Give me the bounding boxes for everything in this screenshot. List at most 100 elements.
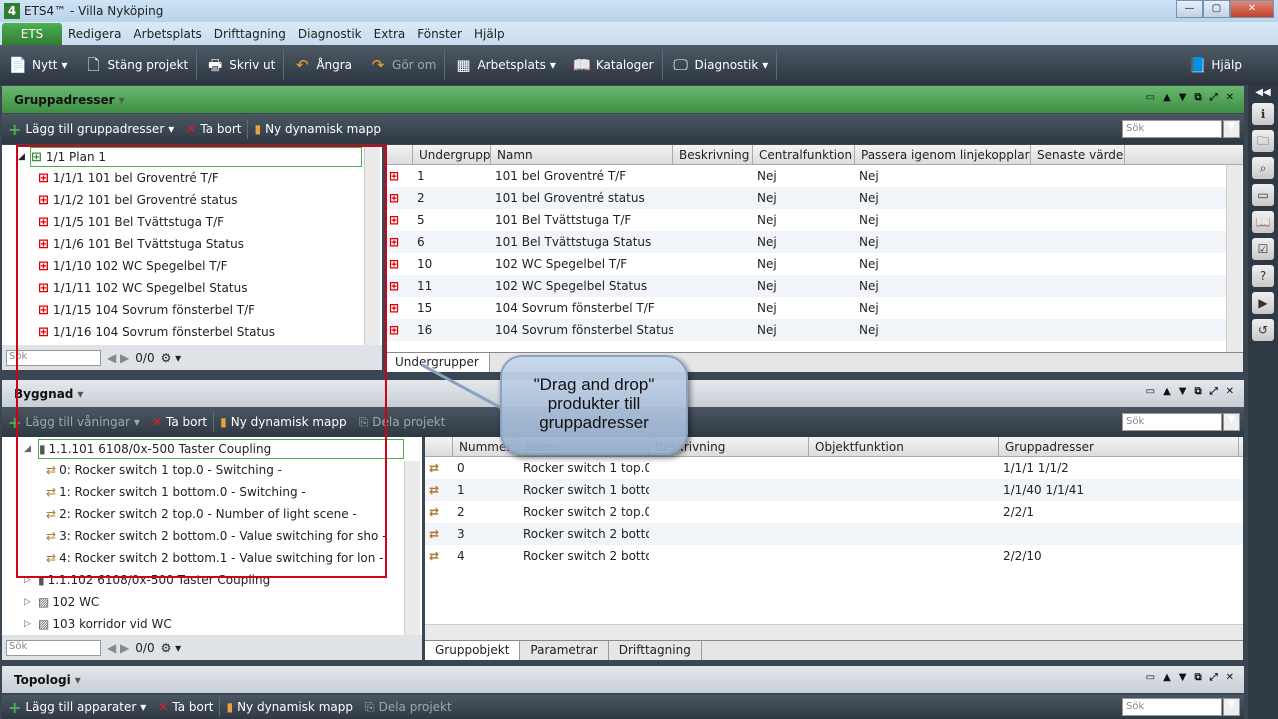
close-button[interactable]: ✕ [1230, 0, 1274, 18]
split-project-button[interactable]: ⎘ Dela projekt [359, 695, 458, 719]
menu-hjalp[interactable]: Hjälp [468, 27, 511, 45]
column-header[interactable]: Centralfunktion [753, 145, 855, 164]
table-row[interactable]: ⇄ 3 Rocker switch 2 bottom [425, 523, 1243, 545]
folder-add-icon: ▮ [254, 122, 262, 136]
history-icon[interactable]: ↺ [1252, 319, 1274, 341]
group-object-icon: ⇄ [429, 505, 440, 519]
table-row[interactable]: ⊞ 5 101 Bel Tvättstuga T/F Nej Nej [385, 209, 1243, 231]
folder-icon[interactable]: 🗀 [1252, 130, 1274, 152]
ets-menu-tab[interactable]: ETS [2, 23, 62, 45]
delete-button[interactable]: ✕ Ta bort [152, 695, 219, 719]
panel-controls[interactable]: ▭ ▲ ▼ ⧉ ⤢ ✕ [1146, 672, 1234, 683]
catalogs-button[interactable]: 📖 Kataloger [564, 45, 662, 85]
table-row[interactable]: ⇄ 1 Rocker switch 1 bottom 1/1/40 1/1/41 [425, 479, 1243, 501]
expand-arrow-icon[interactable]: ▷ [24, 597, 31, 607]
info-icon[interactable]: ℹ [1252, 103, 1274, 125]
play-icon[interactable]: ▶ [1252, 292, 1274, 314]
new-button[interactable]: 📄 Nytt ▾ [0, 45, 76, 85]
menu-diagnostik[interactable]: Diagnostik [292, 27, 368, 45]
object-tabs: Gruppobjekt Parametrar Drifttagning [425, 640, 1243, 660]
table-cell: Rocker switch 2 bottom [523, 527, 649, 541]
table-row[interactable]: ⇄ 0 Rocker switch 1 top.0 - 1/1/1 1/1/2 [425, 457, 1243, 479]
chevron-down-icon[interactable]: ▾ [119, 93, 125, 107]
table-cell: 2 [417, 191, 425, 205]
tree-item-label: 103 korridor vid WC [52, 617, 172, 631]
nav-arrows-icon[interactable]: ◀ ▶ [107, 641, 129, 655]
search-icon[interactable]: ⌕ [1252, 157, 1274, 179]
table-row[interactable]: ⇄ 2 Rocker switch 2 top.0 - 2/2/1 [425, 501, 1243, 523]
table-cell: 101 Bel Tvättstuga Status [495, 235, 652, 249]
menu-fonster[interactable]: Fönster [411, 27, 468, 45]
table-row[interactable]: ⊞ 6 101 Bel Tvättstuga Status Nej Nej [385, 231, 1243, 253]
tab-drifttagning[interactable]: Drifttagning [609, 641, 702, 660]
collapse-icon[interactable]: ◀◀ [1255, 87, 1270, 98]
menu-drifttagning[interactable]: Drifttagning [208, 27, 292, 45]
workspace-button[interactable]: ▦ Arbetsplats ▾ [445, 45, 563, 85]
tree-item[interactable]: ▷ ▨ 102 WC [2, 591, 422, 613]
group-address-icon: ⊞ [389, 323, 400, 337]
new-dynamic-folder-button[interactable]: ▮ Ny dynamisk mapp [248, 114, 387, 144]
gear-icon[interactable]: ⚙ ▾ [161, 641, 182, 655]
column-header[interactable]: Beskrivning [673, 145, 753, 164]
table-row[interactable]: ⇄ 4 Rocker switch 2 bottom 2/2/10 [425, 545, 1243, 567]
maximize-button[interactable]: ▢ [1203, 0, 1230, 18]
table-row[interactable]: ⊞ 1 101 bel Groventré T/F Nej Nej [385, 165, 1243, 187]
table-cell: 102 WC Spegelbel Status [495, 279, 648, 293]
help-icon[interactable]: ? [1252, 265, 1274, 287]
table-row[interactable]: ⊞ 10 102 WC Spegelbel T/F Nej Nej [385, 253, 1243, 275]
group-address-icon: ⊞ [389, 169, 400, 183]
diagnostics-button[interactable]: 🖵 Diagnostik ▾ [663, 45, 777, 85]
window-icon[interactable]: ▭ [1252, 184, 1274, 206]
tab-gruppobjekt[interactable]: Gruppobjekt [425, 641, 521, 660]
filter-icon[interactable]: ▼ [1223, 698, 1240, 716]
table-cell: Nej [757, 279, 777, 293]
tree-search-input[interactable]: Sök [6, 639, 101, 656]
add-group-addresses-button[interactable]: + Lägg till gruppadresser ▾ [2, 114, 180, 144]
menu-arbetsplats[interactable]: Arbetsplats [127, 27, 207, 45]
column-header[interactable]: Passera igenom linjekopplare [855, 145, 1031, 164]
column-header[interactable]: Senaste värde [1031, 145, 1125, 164]
chevron-down-icon[interactable]: ▾ [75, 673, 81, 687]
menu-extra[interactable]: Extra [368, 27, 412, 45]
new-document-icon: 📄 [8, 56, 28, 74]
plus-icon: + [8, 697, 22, 717]
search-input[interactable]: Sök [1122, 413, 1222, 431]
redo-icon: ↷ [371, 56, 385, 74]
expand-arrow-icon[interactable]: ▷ [24, 619, 31, 629]
filter-icon[interactable]: ▼ [1223, 120, 1240, 138]
panel-controls[interactable]: ▭ ▲ ▼ ⧉ ⤢ ✕ [1146, 386, 1234, 397]
table-cell: Nej [757, 235, 777, 249]
column-header[interactable]: Gruppadresser [999, 437, 1239, 456]
minimize-button[interactable]: — [1176, 0, 1203, 18]
filter-icon[interactable]: ▼ [1223, 413, 1240, 431]
help-button[interactable]: 📘 Hjälp [1179, 45, 1278, 85]
table-row[interactable]: ⊞ 2 101 bel Groventré status Nej Nej [385, 187, 1243, 209]
tree-scrollbar[interactable] [404, 461, 420, 635]
checklist-icon[interactable]: ☑ [1252, 238, 1274, 260]
horizontal-scrollbar[interactable] [425, 624, 1243, 640]
menu-redigera[interactable]: Redigera [62, 27, 127, 45]
column-header[interactable]: Objektfunktion [809, 437, 999, 456]
tab-parametrar[interactable]: Parametrar [520, 641, 609, 660]
search-input[interactable]: Sök [1122, 698, 1222, 716]
room-icon: ▨ [38, 617, 50, 631]
table-scrollbar[interactable] [1226, 165, 1242, 352]
redo-button[interactable]: ↷ Gör om [360, 45, 444, 85]
table-cell: 104 Sovrum fönsterbel Status [495, 323, 673, 337]
table-row[interactable]: ⊞ 16 104 Sovrum fönsterbel Status Nej Nej [385, 319, 1243, 341]
tree-item[interactable]: ▷ ▨ 103 korridor vid WC [2, 613, 422, 635]
table-row[interactable]: ⊞ 15 104 Sovrum fönsterbel T/F Nej Nej [385, 297, 1243, 319]
column-header[interactable]: Namn [491, 145, 673, 164]
undo-button[interactable]: ↶ Ångra [284, 45, 360, 85]
delete-button[interactable]: ✕ Ta bort [180, 114, 247, 144]
close-project-button[interactable]: 🗋 Stäng projekt [76, 45, 197, 85]
book-icon[interactable]: 📖 [1252, 211, 1274, 233]
print-button[interactable]: 🖶 Skriv ut [197, 45, 283, 85]
column-header[interactable]: Undergrupp [413, 145, 491, 164]
add-devices-button[interactable]: + Lägg till apparater ▾ [2, 695, 152, 719]
table-cell: 2/2/10 [1003, 549, 1042, 563]
panel-controls[interactable]: ▭ ▲ ▼ ⧉ ⤢ ✕ [1146, 92, 1234, 103]
new-dynamic-folder-button[interactable]: ▮ Ny dynamisk mapp [220, 695, 359, 719]
search-input[interactable]: Sök [1122, 120, 1222, 138]
table-row[interactable]: ⊞ 11 102 WC Spegelbel Status Nej Nej [385, 275, 1243, 297]
